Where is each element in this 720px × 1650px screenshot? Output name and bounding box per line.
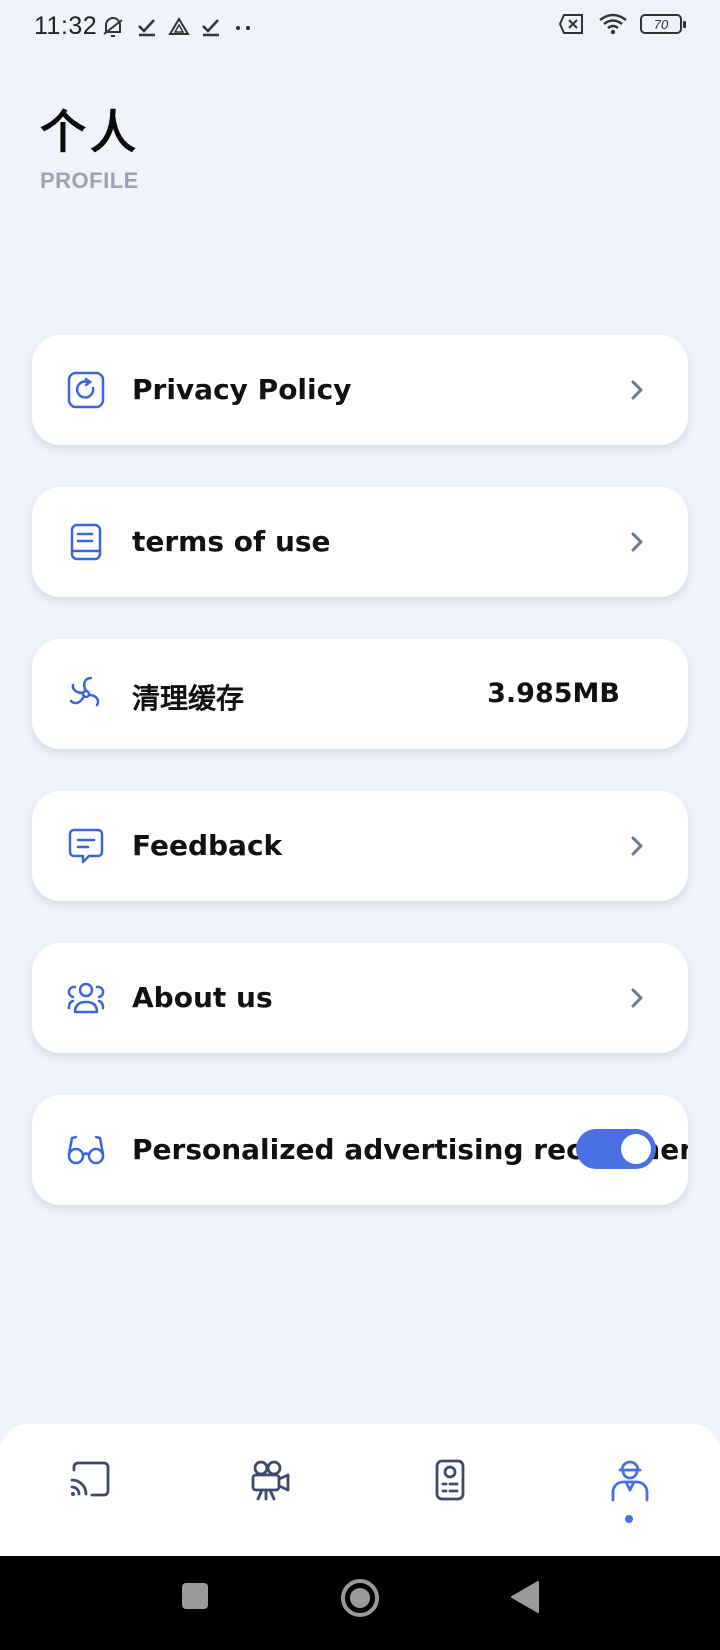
document-icon <box>70 523 102 561</box>
toggle-knob <box>621 1134 651 1164</box>
sim-blocked-icon <box>558 14 583 34</box>
status-bar: 11:32 70 <box>0 0 720 56</box>
battery-level: 70 <box>653 16 669 32</box>
personalized-ads-toggle[interactable] <box>576 1129 656 1169</box>
more-dots-icon <box>236 26 250 30</box>
battery-icon: 70 <box>640 14 686 34</box>
profile-person-icon[interactable] <box>608 1458 652 1502</box>
bottom-nav <box>0 1424 720 1556</box>
back-button[interactable] <box>510 1580 540 1614</box>
remote-icon[interactable] <box>428 1458 472 1502</box>
chevron-right-icon <box>631 988 643 1008</box>
personalized-ads-item: Personalized advertising recommendation <box>32 1095 688 1205</box>
page-title: 个人 <box>40 105 140 159</box>
muted-bell-icon <box>103 17 123 37</box>
system-icons: 70 <box>558 12 686 36</box>
video-camera-icon[interactable] <box>248 1458 292 1502</box>
chevron-right-icon <box>631 836 643 856</box>
chat-icon <box>68 828 104 864</box>
status-time: 11:32 <box>34 12 98 40</box>
terms-of-use-item[interactable]: terms of use <box>32 487 688 597</box>
check-icon <box>202 19 219 37</box>
privacy-policy-item[interactable]: Privacy Policy <box>32 335 688 445</box>
glasses-icon <box>67 1135 105 1165</box>
about-us-item[interactable]: About us <box>32 943 688 1053</box>
privacy-policy-label: Privacy Policy <box>132 373 352 406</box>
cast-icon[interactable] <box>68 1458 112 1502</box>
about-us-label: About us <box>132 981 273 1014</box>
recents-button[interactable] <box>181 1582 209 1610</box>
fan-icon <box>69 676 100 707</box>
page-subtitle: PROFILE <box>40 168 139 193</box>
terms-of-use-label: terms of use <box>132 525 331 558</box>
notification-icons <box>100 14 254 40</box>
active-tab-indicator <box>625 1515 633 1523</box>
cache-size: 3.985MB <box>487 678 620 709</box>
wifi-icon <box>599 13 627 35</box>
settings-menu: Privacy Policy terms of use 清理缓存 3.985MB <box>32 335 688 1247</box>
chevron-right-icon <box>631 532 643 552</box>
system-nav-bar <box>0 1556 720 1650</box>
check-icon <box>138 19 155 37</box>
home-button[interactable] <box>340 1578 380 1618</box>
chevron-right-icon <box>631 380 643 400</box>
feedback-label: Feedback <box>132 829 283 862</box>
users-icon <box>67 982 105 1014</box>
clear-cache-label: 清理缓存 <box>132 682 245 715</box>
clear-cache-item[interactable]: 清理缓存 3.985MB <box>32 639 688 749</box>
drive-icon <box>168 17 190 35</box>
privacy-icon <box>67 371 105 409</box>
feedback-item[interactable]: Feedback <box>32 791 688 901</box>
